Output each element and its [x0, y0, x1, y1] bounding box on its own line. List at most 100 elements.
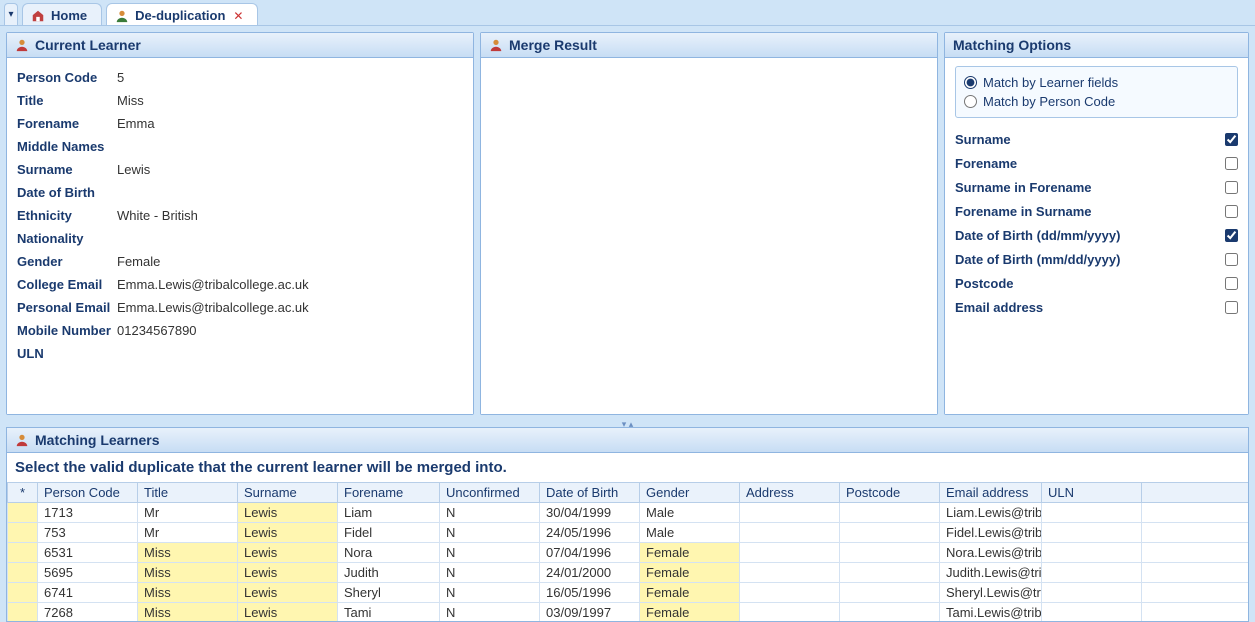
cell-title: Miss [138, 543, 238, 563]
cell-postcode [840, 543, 940, 563]
tab-deduplication[interactable]: De-duplication ✕ [106, 3, 258, 25]
check-label: Forename in Surname [955, 204, 1092, 219]
cell-gender: Female [640, 543, 740, 563]
col-surname[interactable]: Surname [238, 483, 338, 503]
radio-input-code[interactable] [964, 95, 977, 108]
cell-uln [1042, 603, 1142, 622]
cell-email: Judith.Lewis@triba [940, 563, 1042, 583]
check-input[interactable] [1225, 157, 1238, 170]
person-icon [15, 38, 29, 52]
table-header-row[interactable]: * Person Code Title Surname Forename Unc… [8, 483, 1249, 503]
table-row[interactable]: 7268MissLewisTamiN03/09/1997FemaleTami.L… [8, 603, 1249, 622]
value-ethnicity: White - British [117, 208, 198, 223]
check-row[interactable]: Email address [955, 296, 1238, 320]
check-label: Surname in Forename [955, 180, 1092, 195]
col-select[interactable]: * [8, 483, 38, 503]
check-input[interactable] [1225, 229, 1238, 242]
check-input[interactable] [1225, 253, 1238, 266]
cell-uln [1042, 563, 1142, 583]
panel-merge-result: Merge Result [480, 32, 938, 415]
radio-match-by-fields[interactable]: Match by Learner fields [964, 73, 1229, 92]
radio-label-fields: Match by Learner fields [983, 75, 1118, 90]
col-unconfirmed[interactable]: Unconfirmed [440, 483, 540, 503]
table-row[interactable]: 6741MissLewisSherylN16/05/1996FemaleSher… [8, 583, 1249, 603]
panel-header-merge-result: Merge Result [481, 33, 937, 58]
check-input[interactable] [1225, 133, 1238, 146]
table-row[interactable]: 5695MissLewisJudithN24/01/2000FemaleJudi… [8, 563, 1249, 583]
cell-address [740, 543, 840, 563]
check-row[interactable]: Surname [955, 128, 1238, 152]
value-gender: Female [117, 254, 160, 269]
cell-person-code: 7268 [38, 603, 138, 622]
check-row[interactable]: Forename [955, 152, 1238, 176]
radio-match-by-code[interactable]: Match by Person Code [964, 92, 1229, 111]
cell-dob: 30/04/1999 [540, 503, 640, 523]
col-gender[interactable]: Gender [640, 483, 740, 503]
close-icon[interactable]: ✕ [233, 9, 243, 23]
check-input[interactable] [1225, 205, 1238, 218]
value-mobile: 01234567890 [117, 323, 197, 338]
cell-dob: 03/09/1997 [540, 603, 640, 622]
col-email[interactable]: Email address [940, 483, 1042, 503]
cell-address [740, 523, 840, 543]
check-input[interactable] [1225, 277, 1238, 290]
table-row[interactable]: 1713MrLewisLiamN30/04/1999MaleLiam.Lewis… [8, 503, 1249, 523]
cell-blank [1142, 583, 1249, 603]
check-row[interactable]: Surname in Forename [955, 176, 1238, 200]
tab-home[interactable]: Home [22, 3, 102, 25]
cell-postcode [840, 523, 940, 543]
cell-unconfirmed: N [440, 543, 540, 563]
cell-person-code: 6741 [38, 583, 138, 603]
match-field-checks: SurnameForename Surname in Forename Forena… [955, 128, 1238, 320]
panel-title: Matching Learners [35, 432, 159, 448]
cell-postcode [840, 563, 940, 583]
cell-gender: Female [640, 583, 740, 603]
col-title[interactable]: Title [138, 483, 238, 503]
check-row[interactable]: Date of Birth (mm/dd/yyyy) [955, 248, 1238, 272]
check-input[interactable] [1225, 301, 1238, 314]
col-forename[interactable]: Forename [338, 483, 440, 503]
cell-address [740, 583, 840, 603]
check-row[interactable]: Postcode [955, 272, 1238, 296]
cell-postcode [840, 583, 940, 603]
cell-email: Sheryl.Lewis@triba [940, 583, 1042, 603]
label-college-email: College Email [17, 277, 117, 292]
panel-header-matching-options: Matching Options [945, 33, 1248, 58]
value-surname: Lewis [117, 162, 150, 177]
check-label: Email address [955, 300, 1043, 315]
cell-unconfirmed: N [440, 583, 540, 603]
check-input[interactable] [1225, 181, 1238, 194]
label-person-code: Person Code [17, 70, 117, 85]
cell-unconfirmed: N [440, 563, 540, 583]
check-row[interactable]: Date of Birth (dd/mm/yyyy) [955, 224, 1238, 248]
cell-dob: 24/01/2000 [540, 563, 640, 583]
check-row[interactable]: Forename in Surname [955, 200, 1238, 224]
cell-address [740, 603, 840, 622]
table-row[interactable]: 6531MissLewisNoraN07/04/1996FemaleNora.L… [8, 543, 1249, 563]
cell-unconfirmed: N [440, 523, 540, 543]
cell-surname: Lewis [238, 583, 338, 603]
cell-person-code: 753 [38, 523, 138, 543]
matching-results-table[interactable]: * Person Code Title Surname Forename Unc… [7, 482, 1248, 621]
cell-blank [1142, 603, 1249, 622]
table-row[interactable]: 753MrLewisFidelN24/05/1996MaleFidel.Lewi… [8, 523, 1249, 543]
radio-input-fields[interactable] [964, 76, 977, 89]
cell-postcode [840, 603, 940, 622]
col-dob[interactable]: Date of Birth [540, 483, 640, 503]
cell-uln [1042, 503, 1142, 523]
cell-person-code: 6531 [38, 543, 138, 563]
cell-uln [1042, 583, 1142, 603]
panel-current-learner: Current Learner Person Code5 TitleMiss F… [6, 32, 474, 415]
cell-select [8, 503, 38, 523]
col-blank[interactable] [1142, 483, 1249, 503]
check-label: Postcode [955, 276, 1014, 291]
col-uln[interactable]: ULN [1042, 483, 1142, 503]
person-icon [15, 433, 29, 447]
value-college-email: Emma.Lewis@tribalcollege.ac.uk [117, 277, 309, 292]
tab-menu-button[interactable]: ▾ [4, 3, 18, 25]
col-postcode[interactable]: Postcode [840, 483, 940, 503]
col-person-code[interactable]: Person Code [38, 483, 138, 503]
check-label: Date of Birth (mm/dd/yyyy) [955, 252, 1120, 267]
cell-email: Nora.Lewis@tribal [940, 543, 1042, 563]
col-address[interactable]: Address [740, 483, 840, 503]
